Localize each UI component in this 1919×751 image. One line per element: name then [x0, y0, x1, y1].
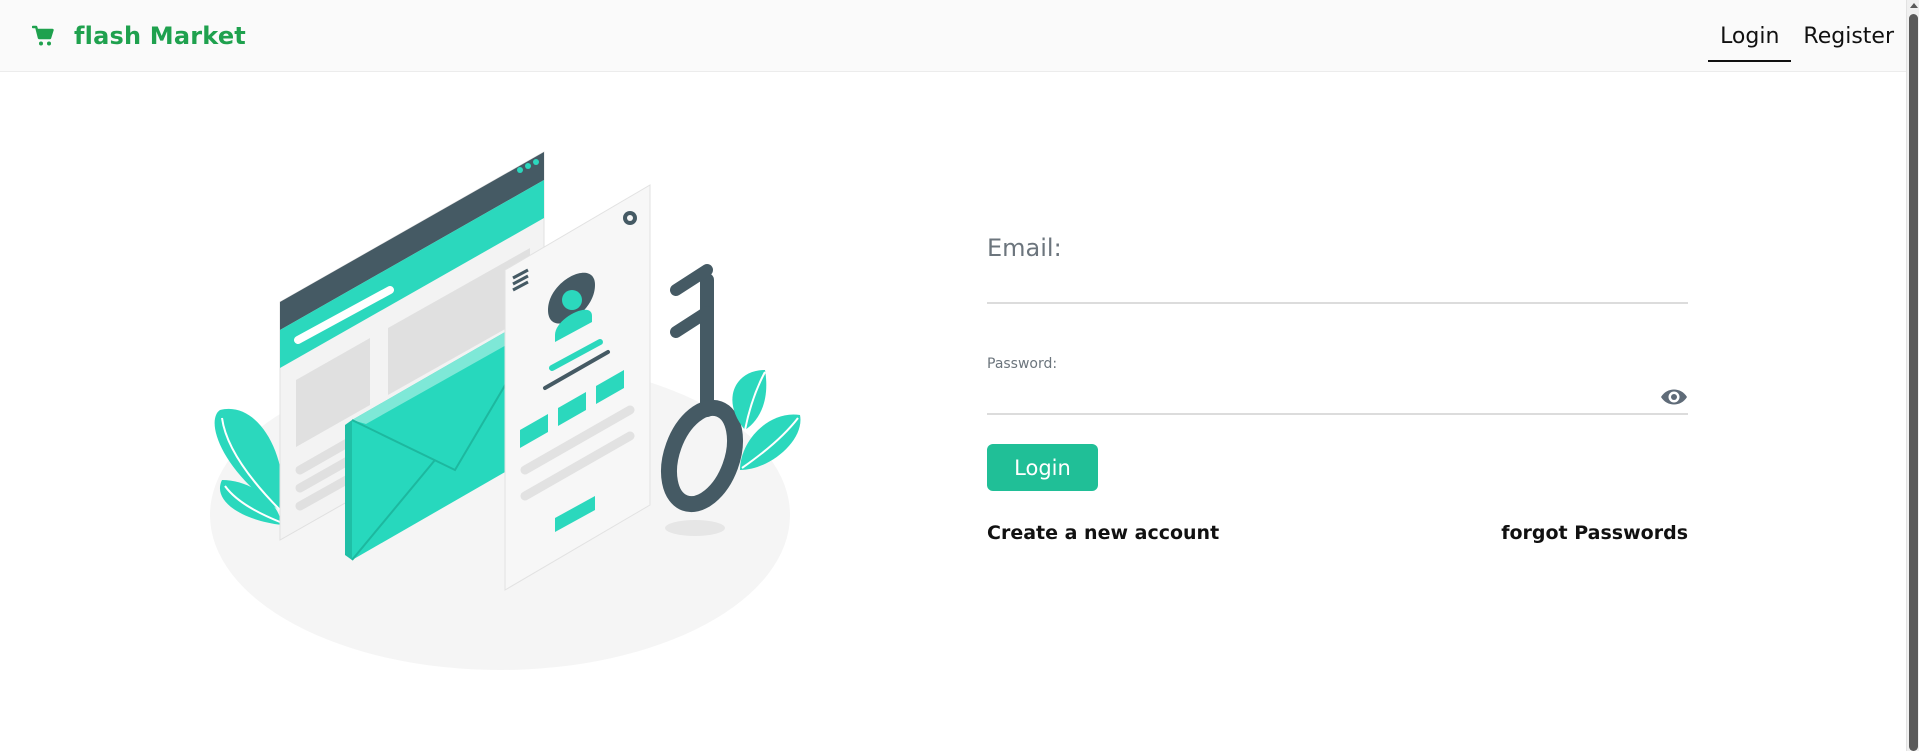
- page-scrollbar[interactable]: [1906, 0, 1919, 751]
- password-input[interactable]: [987, 383, 1648, 411]
- create-account-link[interactable]: Create a new account: [987, 522, 1219, 544]
- brand-logo-link[interactable]: flash Market: [32, 18, 246, 54]
- eye-icon[interactable]: [1660, 385, 1688, 409]
- shopping-cart-icon: [32, 25, 54, 46]
- forgot-password-link[interactable]: forgot Passwords: [1501, 522, 1688, 544]
- nav-login-link[interactable]: Login: [1708, 0, 1792, 72]
- decor-leaf-right: [732, 370, 801, 470]
- password-field-group: Password:: [987, 356, 1688, 415]
- scrollbar-thumb[interactable]: [1909, 14, 1918, 751]
- nav-links: Login Register: [1708, 0, 1906, 72]
- login-submit-button[interactable]: Login: [987, 444, 1098, 491]
- scroll-up-arrow-icon[interactable]: [1910, 3, 1918, 8]
- brand-name: flash Market: [74, 22, 246, 50]
- email-label: Email:: [987, 234, 1062, 262]
- form-links: Create a new account forgot Passwords: [987, 522, 1688, 552]
- password-label: Password:: [987, 356, 1058, 372]
- login-form: Email: Password: Login Create a new acco…: [987, 228, 1688, 552]
- nav-register-link[interactable]: Register: [1791, 0, 1906, 72]
- email-field-group: Email:: [987, 228, 1688, 304]
- login-illustration: [210, 151, 801, 670]
- top-navbar: flash Market Login Register: [0, 0, 1906, 72]
- email-input[interactable]: [987, 268, 1648, 298]
